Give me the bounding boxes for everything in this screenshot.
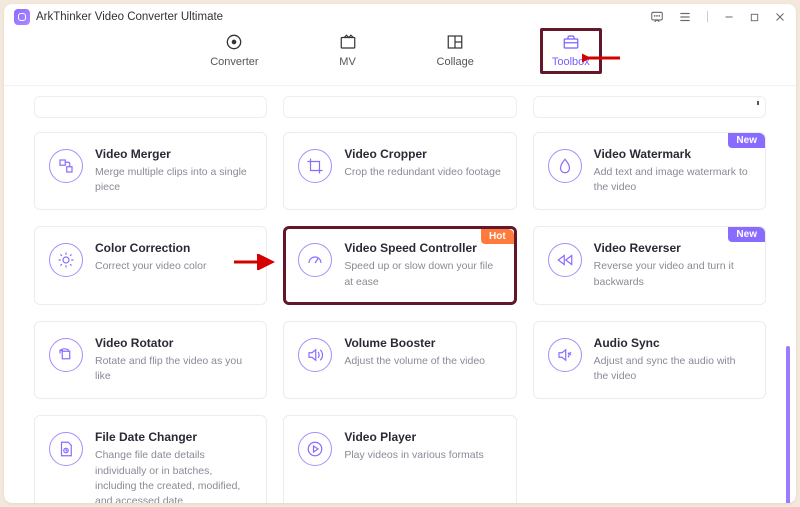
partial-card[interactable]: [34, 96, 267, 118]
title-bar: ArkThinker Video Converter Ultimate |: [4, 4, 796, 30]
tool-file-date-changer[interactable]: File Date Changer Change file date detail…: [34, 415, 267, 503]
tool-video-cropper[interactable]: Video Cropper Crop the redundant video fo…: [283, 132, 516, 210]
tab-label: MV: [339, 56, 356, 68]
main-tabs: Converter MV Collage Toolbox: [4, 30, 796, 86]
tool-video-player[interactable]: Video Player Play videos in various forma…: [283, 415, 516, 503]
menu-icon[interactable]: [678, 10, 692, 24]
converter-icon: [223, 32, 245, 52]
tab-label: Collage: [437, 56, 474, 68]
tool-video-watermark[interactable]: New Video Watermark Add text and image wa…: [533, 132, 766, 210]
tool-title: Video Merger: [95, 147, 254, 161]
tool-desc: Rotate and flip the video as you like: [95, 354, 254, 384]
tool-desc: Adjust and sync the audio with the video: [594, 354, 753, 384]
mv-icon: [337, 32, 359, 52]
partial-top-row: [34, 96, 766, 118]
app-title: ArkThinker Video Converter Ultimate: [36, 11, 223, 23]
tab-collage[interactable]: Collage: [437, 32, 474, 68]
volume-icon: [298, 338, 332, 372]
tool-title: Video Player: [344, 430, 503, 444]
tool-title: File Date Changer: [95, 430, 254, 444]
new-badge: New: [728, 227, 765, 242]
audio-sync-icon: [548, 338, 582, 372]
tool-desc: Correct your video color: [95, 259, 254, 274]
tool-grid: Video Merger Merge multiple clips into a …: [34, 132, 766, 503]
tool-title: Video Rotator: [95, 336, 254, 350]
color-icon: [49, 243, 83, 277]
window-controls: |: [650, 10, 786, 24]
tool-desc: Speed up or slow down your file at ease: [344, 259, 503, 289]
file-date-icon: [49, 432, 83, 466]
tool-color-correction[interactable]: Color Correction Correct your video color: [34, 226, 267, 304]
tool-desc: Change file date details individually or…: [95, 448, 254, 503]
tool-video-reverser[interactable]: New Video Reverser Reverse your video and…: [533, 226, 766, 304]
tool-volume-booster[interactable]: Volume Booster Adjust the volume of the v…: [283, 321, 516, 399]
tool-title: Video Watermark: [594, 147, 753, 161]
tab-converter[interactable]: Converter: [210, 32, 258, 68]
tool-video-merger[interactable]: Video Merger Merge multiple clips into a …: [34, 132, 267, 210]
app-window: ArkThinker Video Converter Ultimate | Co…: [4, 4, 796, 503]
tool-title: Video Reverser: [594, 241, 753, 255]
new-badge: New: [728, 133, 765, 148]
tool-desc: Play videos in various formats: [344, 448, 503, 463]
tab-label: Toolbox: [552, 56, 590, 68]
scrollbar-thumb[interactable]: [786, 346, 790, 503]
reverser-icon: [548, 243, 582, 277]
close-button[interactable]: [774, 11, 786, 23]
speed-icon: [298, 243, 332, 277]
toolbox-grid-area: Video Merger Merge multiple clips into a …: [4, 86, 796, 503]
tool-video-rotator[interactable]: Video Rotator Rotate and flip the video a…: [34, 321, 267, 399]
tab-toolbox[interactable]: Toolbox: [552, 32, 590, 68]
tool-desc: Add text and image watermark to the vide…: [594, 165, 753, 195]
minimize-button[interactable]: [723, 11, 735, 23]
partial-card[interactable]: [533, 96, 766, 118]
watermark-icon: [548, 149, 582, 183]
player-icon: [298, 432, 332, 466]
hot-badge: Hot: [481, 229, 514, 244]
tab-label: Converter: [210, 56, 258, 68]
collage-icon: [444, 32, 466, 52]
rotator-icon: [49, 338, 83, 372]
toolbox-icon: [560, 32, 582, 52]
partial-card[interactable]: [283, 96, 516, 118]
tool-title: Volume Booster: [344, 336, 503, 350]
tool-audio-sync[interactable]: Audio Sync Adjust and sync the audio with…: [533, 321, 766, 399]
tool-desc: Reverse your video and turn it backwards: [594, 259, 753, 289]
tab-mv[interactable]: MV: [337, 32, 359, 68]
tool-title: Video Cropper: [344, 147, 503, 161]
maximize-button[interactable]: [749, 12, 760, 23]
tool-desc: Merge multiple clips into a single piece: [95, 165, 254, 195]
tool-desc: Adjust the volume of the video: [344, 354, 503, 369]
app-logo-icon: [14, 9, 30, 25]
merger-icon: [49, 149, 83, 183]
tool-video-speed-controller[interactable]: Hot Video Speed Controller Speed up or sl…: [283, 226, 516, 304]
tool-desc: Crop the redundant video footage: [344, 165, 503, 180]
tool-title: Audio Sync: [594, 336, 753, 350]
feedback-icon[interactable]: [650, 10, 664, 24]
cropper-icon: [298, 149, 332, 183]
tool-title: Video Speed Controller: [344, 241, 503, 255]
tool-title: Color Correction: [95, 241, 254, 255]
